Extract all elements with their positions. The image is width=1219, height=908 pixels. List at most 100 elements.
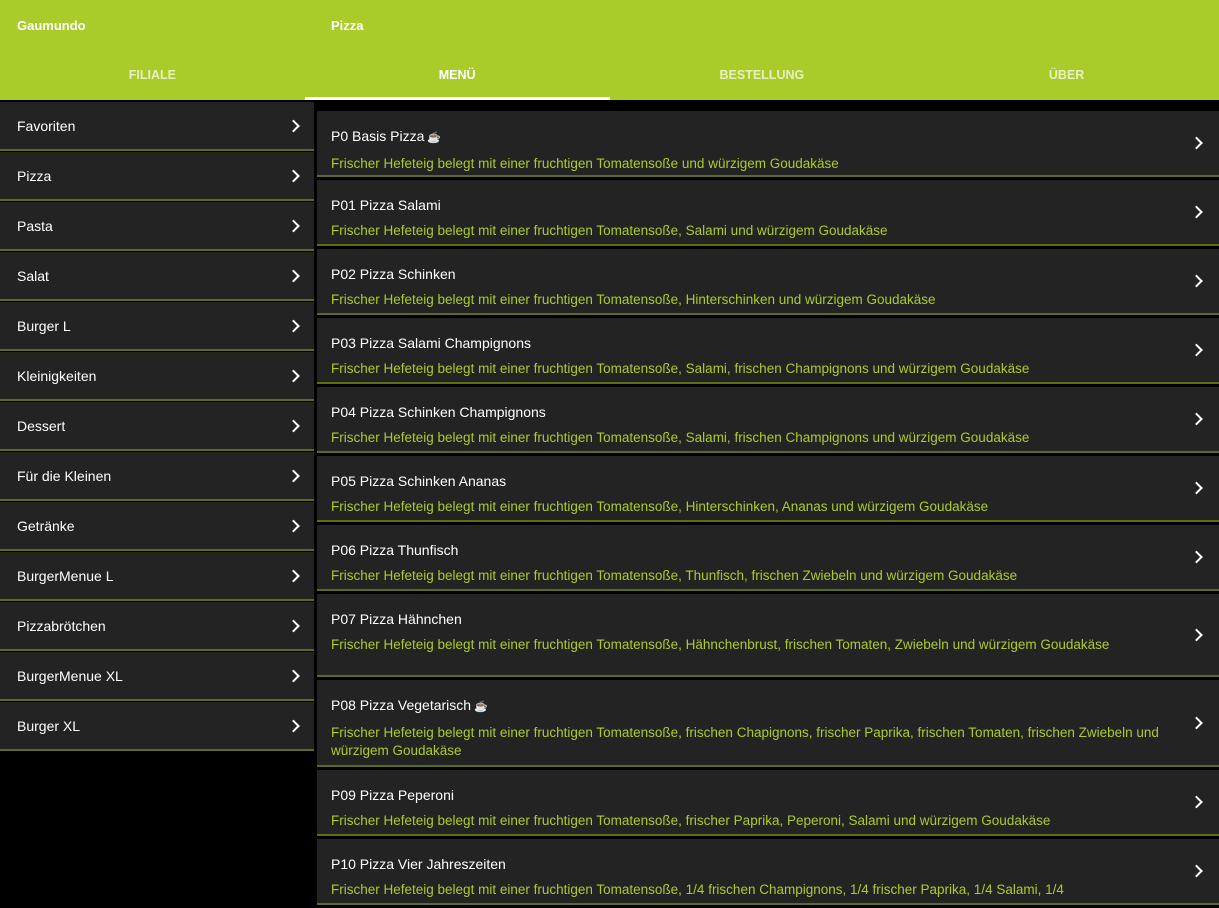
menu-item-description: Frischer Hefeteig belegt mit einer fruch… [331, 637, 1110, 652]
sidebar-item[interactable]: Pasta [0, 202, 314, 251]
sidebar-item[interactable]: Favoriten [0, 102, 314, 151]
sidebar-item[interactable]: Dessert [0, 402, 314, 451]
menu-item-name-row: P07 Pizza Hähnchen [331, 611, 1159, 628]
sidebar-item[interactable]: Burger XL [0, 702, 314, 751]
chevron-right-icon [287, 269, 300, 282]
menu-item-name-row: P01 Pizza Salami [331, 197, 1159, 214]
chevron-right-icon [1190, 864, 1203, 878]
chevron-right-icon [1190, 274, 1203, 288]
chevron-right-icon [287, 369, 300, 382]
sidebar-item-label: Pizza [17, 168, 52, 184]
chevron-right-icon [287, 669, 300, 682]
chevron-right-icon [1190, 628, 1203, 641]
menu-item-name-row: P03 Pizza Salami Champignons [331, 335, 1159, 352]
menu-item-description: Frischer Hefeteig belegt mit einer fruch… [331, 430, 1030, 445]
menu-item[interactable]: P03 Pizza Salami Champignons Frischer Hef… [317, 318, 1219, 384]
menu-item-name: P01 Pizza Salami [331, 197, 441, 213]
menu-item[interactable]: P04 Pizza Schinken Champignons Frischer H… [317, 387, 1219, 453]
menu-item[interactable]: P0 Basis Pizza ☕ Frischer Hefeteig belegt … [317, 111, 1219, 177]
menu-item-name: P05 Pizza Schinken Ananas [331, 473, 507, 489]
sidebar-item-label: Salat [17, 268, 49, 284]
chevron-right-icon [287, 519, 300, 532]
menu-item-description: Frischer Hefeteig belegt mit einer fruch… [331, 292, 936, 307]
sidebar-item[interactable]: Burger L [0, 302, 314, 351]
sidebar-item-label: Pasta [17, 218, 53, 234]
chevron-right-icon [287, 219, 300, 232]
sidebar-item[interactable]: Pizzabrötchen [0, 602, 314, 651]
chevron-right-icon [1190, 550, 1203, 564]
menu-item-name-row: P04 Pizza Schinken Champignons [331, 404, 1159, 421]
chevron-right-icon [1190, 716, 1203, 729]
menu-item[interactable]: P08 Pizza Vegetarisch ☕ Frischer Hefeteig … [317, 680, 1219, 767]
vegetarian-icon: ☕ [427, 132, 442, 144]
tab-bestellung[interactable]: BESTELLUNG [610, 52, 915, 100]
chevron-right-icon [287, 119, 300, 132]
menu-item-description: Frischer Hefeteig belegt mit einer fruch… [331, 223, 888, 238]
sidebar-item[interactable]: Getränke [0, 502, 314, 551]
menu-item[interactable]: P05 Pizza Schinken Ananas Frischer Hefete… [317, 456, 1219, 522]
sidebar-item[interactable]: Kleinigkeiten [0, 352, 314, 401]
menu-item-description: Frischer Hefeteig belegt mit einer fruch… [331, 813, 1051, 828]
sidebar-item-label: Getränke [17, 518, 75, 534]
sidebar-item[interactable]: Pizza [0, 152, 314, 201]
menu-item-description: Frischer Hefeteig belegt mit einer fruch… [331, 882, 1064, 897]
chevron-right-icon [1190, 136, 1203, 150]
sidebar-item-label: BurgerMenue L [17, 568, 114, 584]
chevron-right-icon [1190, 343, 1203, 357]
chevron-right-icon [1190, 481, 1203, 495]
menu-item-description: Frischer Hefeteig belegt mit einer fruch… [331, 725, 1159, 758]
menu-item[interactable]: P06 Pizza Thunfisch Frischer Hefeteig bel… [317, 525, 1219, 591]
menu-item-name-row: P0 Basis Pizza ☕ [331, 128, 1159, 147]
tab-filiale[interactable]: FILIALE [0, 52, 305, 100]
app-bar: Gaumundo Pizza FILIALE MENÜ BESTELLUNG Ü… [0, 0, 1219, 100]
menu-item-name: P08 Pizza Vegetarisch [331, 697, 472, 713]
sidebar-item[interactable]: BurgerMenue XL [0, 652, 314, 701]
chevron-right-icon [1190, 412, 1203, 426]
sidebar-item-label: Dessert [17, 418, 66, 434]
sidebar-item-label: Für die Kleinen [17, 468, 112, 484]
menu-item[interactable]: P07 Pizza Hähnchen Frischer Hefeteig bele… [317, 594, 1219, 677]
sidebar-item-label: Pizzabrötchen [17, 618, 106, 634]
chevron-right-icon [287, 169, 300, 182]
menu-item-description: Frischer Hefeteig belegt mit einer fruch… [331, 499, 989, 514]
menu-item[interactable]: P02 Pizza Schinken Frischer Hefeteig bele… [317, 249, 1219, 315]
menu-item-name-row: P05 Pizza Schinken Ananas [331, 473, 1159, 490]
menu-item[interactable]: P01 Pizza Salami Frischer Hefeteig belegt… [317, 180, 1219, 246]
chevron-right-icon [287, 569, 300, 582]
menu-item-name-row: P10 Pizza Vier Jahreszeiten [331, 856, 1159, 873]
chevron-right-icon [287, 619, 300, 632]
menu-item-name: P06 Pizza Thunfisch [331, 542, 459, 558]
sidebar-item-label: Kleinigkeiten [17, 368, 97, 384]
chevron-right-icon [287, 319, 300, 332]
sidebar-item-label: Burger L [17, 318, 71, 334]
menu-item-description: Frischer Hefeteig belegt mit einer fruch… [331, 361, 1030, 376]
menu-item[interactable]: P09 Pizza Peperoni Frischer Hefeteig bele… [317, 770, 1219, 836]
tab-ueber[interactable]: ÜBER [914, 52, 1219, 100]
menu-item-name: P07 Pizza Hähnchen [331, 611, 462, 627]
menu-item[interactable]: P10 Pizza Vier Jahreszeiten Frischer Hefe… [317, 839, 1219, 905]
menu-item-name: P02 Pizza Schinken [331, 266, 456, 282]
sidebar-item[interactable]: BurgerMenue L [0, 552, 314, 601]
menu-item-description: Frischer Hefeteig belegt mit einer fruch… [331, 156, 839, 171]
sidebar-divider [314, 102, 316, 900]
menu-item-name: P0 Basis Pizza [331, 128, 425, 144]
chevron-right-icon [287, 469, 300, 482]
sidebar-item[interactable]: Salat [0, 252, 314, 301]
page-title: Pizza [331, 18, 364, 33]
menu-item-name-row: P08 Pizza Vegetarisch ☕ [331, 697, 1159, 716]
menu-item-name: P10 Pizza Vier Jahreszeiten [331, 856, 506, 872]
sidebar-item-label: Favoriten [17, 118, 76, 134]
menu-item-list: P0 Basis Pizza ☕ Frischer Hefeteig belegt … [317, 111, 1219, 908]
menu-item-name-row: P02 Pizza Schinken [331, 266, 1159, 283]
sidebar-item-label: Burger XL [17, 718, 81, 734]
menu-item-name: P03 Pizza Salami Champignons [331, 335, 531, 351]
sidebar-item[interactable]: Für die Kleinen [0, 452, 314, 501]
chevron-right-icon [287, 419, 300, 432]
menu-item-name-row: P09 Pizza Peperoni [331, 787, 1159, 804]
chevron-right-icon [1190, 205, 1203, 219]
chevron-right-icon [1190, 795, 1203, 809]
tab-menu[interactable]: MENÜ [304, 52, 610, 100]
vegetarian-icon: ☕ [474, 701, 488, 713]
sidebar-item-label: BurgerMenue XL [17, 668, 123, 684]
menu-item-description: Frischer Hefeteig belegt mit einer fruch… [331, 568, 1018, 583]
